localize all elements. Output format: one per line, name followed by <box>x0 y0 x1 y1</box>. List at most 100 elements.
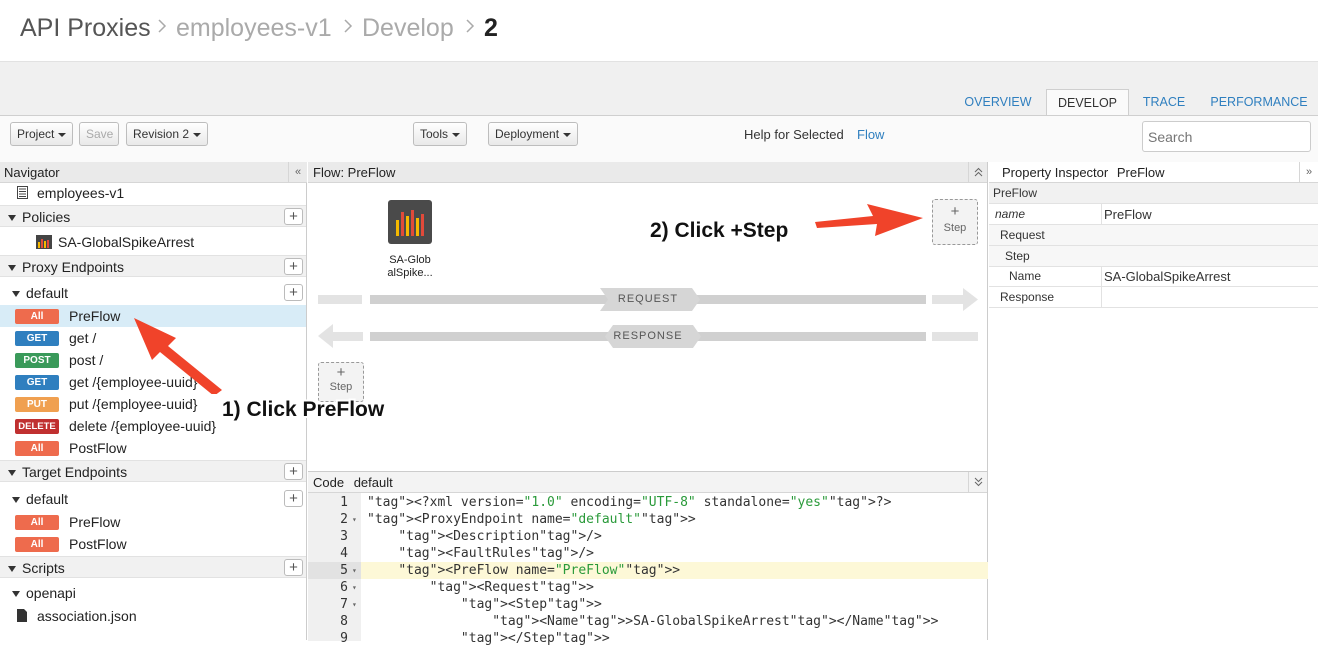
flow-title: Flow: PreFlow <box>313 165 396 180</box>
code-title: Code <box>313 475 345 490</box>
navigator-header: Navigator « <box>0 162 307 183</box>
code-line[interactable]: 1 "tag"><?xml version="1.0" encoding="UTF… <box>308 494 988 511</box>
add-target-flow-button[interactable]: + <box>284 490 303 507</box>
tab-trace[interactable]: TRACE <box>1136 89 1192 115</box>
project-label: Project <box>17 127 55 141</box>
code-line[interactable]: 8 "tag"><Name"tag">>SA-GlobalSpikeArrest… <box>308 613 988 630</box>
policy-step-icon[interactable] <box>388 200 432 244</box>
policy-item[interactable]: SA-GlobalSpikeArrest <box>0 231 306 253</box>
code-line[interactable]: 6 ▾ "tag"><Request"tag">> <box>308 579 988 596</box>
policies-label: Policies <box>22 209 71 225</box>
target-default-item[interactable]: default + <box>0 488 306 510</box>
flow-item-postflow[interactable]: All PostFlow <box>0 437 306 459</box>
code-line[interactable]: 3 "tag"><Description"tag">/> <box>308 528 988 545</box>
line-number: 3 <box>340 529 348 544</box>
code-text: "tag"><Description"tag">/> <box>398 529 602 544</box>
property-key: Request <box>1000 228 1045 242</box>
fold-toggle-icon[interactable]: ▾ <box>352 562 357 579</box>
help-flow-link[interactable]: Flow <box>857 127 884 142</box>
annotation-arrow-step <box>815 204 923 236</box>
property-value-input[interactable]: PreFlow <box>1101 204 1318 224</box>
collapse-navigator-button[interactable]: « <box>288 162 307 183</box>
target-default-label: default <box>26 491 69 507</box>
deployment-dropdown[interactable]: Deployment <box>488 122 579 146</box>
target-endpoints-section[interactable]: Target Endpoints + <box>0 460 306 482</box>
script-file-item[interactable]: association.json <box>0 605 306 627</box>
fold-toggle-icon[interactable]: ▾ <box>352 596 357 613</box>
revision-dropdown[interactable]: Revision 2 <box>126 122 209 146</box>
add-policy-button[interactable]: + <box>284 208 303 225</box>
policies-section[interactable]: Policies + <box>0 205 306 227</box>
code-line[interactable]: 2 ▾ "tag"><ProxyEndpoint name="default""ta… <box>308 511 988 528</box>
property-value-input[interactable] <box>1101 287 1318 307</box>
expand-triangle-icon <box>8 566 16 573</box>
code-text: "tag"><?xml version="1.0" encoding="UTF-… <box>367 495 892 510</box>
fold-toggle-icon[interactable]: ▾ <box>352 579 357 596</box>
expand-triangle-icon <box>8 215 16 222</box>
expand-triangle-icon <box>12 591 20 598</box>
tools-label: Tools <box>420 127 449 141</box>
tab-performance[interactable]: PERFORMANCE <box>1206 89 1312 115</box>
line-number: 8 <box>340 614 348 629</box>
breadcrumb-develop[interactable]: Develop <box>362 14 454 43</box>
code-line[interactable]: 4 "tag"><FaultRules"tag">/> <box>308 545 988 562</box>
target-flow-preflow[interactable]: All PreFlow <box>0 511 306 533</box>
search-input[interactable] <box>1142 121 1311 152</box>
add-request-step-button[interactable]: + Step <box>932 199 978 245</box>
add-script-button[interactable]: + <box>284 559 303 576</box>
inspector-row-name: name PreFlow <box>989 204 1318 225</box>
code-text: "tag"><Name"tag">>SA-GlobalSpikeArrest"t… <box>492 614 939 629</box>
code-text: "tag"><PreFlow name="PreFlow""tag">> <box>398 563 681 578</box>
proxy-endpoints-section[interactable]: Proxy Endpoints + <box>0 255 306 277</box>
caret-down-icon <box>193 132 202 137</box>
tab-overview[interactable]: OVERVIEW <box>958 89 1038 115</box>
inspector-row-step: Step <box>989 246 1318 267</box>
breadcrumb-revision: 2 <box>484 14 498 42</box>
caret-down-icon <box>563 132 572 137</box>
project-dropdown[interactable]: Project <box>10 122 74 146</box>
scripts-folder-item[interactable]: openapi <box>0 582 306 604</box>
code-line[interactable]: 9 "tag"></Step"tag">> <box>308 630 988 647</box>
add-response-step-button[interactable]: + Step <box>318 362 364 402</box>
breadcrumb-separator-icon <box>466 19 475 33</box>
add-flow-button[interactable]: + <box>284 284 303 301</box>
code-line[interactable]: 7 ▾ "tag"><Step"tag">> <box>308 596 988 613</box>
caret-down-icon <box>58 132 67 137</box>
request-label: REQUEST <box>617 293 679 305</box>
target-flow-postflow[interactable]: All PostFlow <box>0 533 306 555</box>
revision-label: Revision 2 <box>133 127 190 141</box>
code-line[interactable]: 5 ▾ "tag"><PreFlow name="PreFlow""tag">> <box>308 562 988 579</box>
save-button[interactable]: Save <box>79 122 119 146</box>
tools-dropdown[interactable]: Tools <box>413 122 468 146</box>
target-endpoints-label: Target Endpoints <box>22 464 128 480</box>
code-text: "tag"><FaultRules"tag">/> <box>398 546 594 561</box>
badge-post: POST <box>15 353 59 368</box>
property-key: Step <box>1005 249 1030 263</box>
proxy-root-item[interactable]: employees-v1 <box>0 182 306 204</box>
add-proxy-endpoint-button[interactable]: + <box>284 258 303 275</box>
code-text: "tag"><ProxyEndpoint name="default""tag"… <box>367 512 696 527</box>
policy-label: SA-GlobalSpikeArrest <box>58 234 195 250</box>
breadcrumb-api-proxies[interactable]: API Proxies <box>20 14 151 43</box>
fold-toggle-icon[interactable]: ▾ <box>352 511 357 528</box>
line-number: 5 <box>340 563 348 578</box>
annotation-arrow-preflow <box>134 318 222 394</box>
badge-all: All <box>15 537 59 552</box>
proxy-endpoints-label: Proxy Endpoints <box>22 259 124 275</box>
scripts-section[interactable]: Scripts + <box>0 556 306 578</box>
property-key: name <box>995 207 1026 221</box>
code-endpoint-name: default <box>353 475 393 490</box>
line-number: 1 <box>340 495 348 510</box>
proxy-default-item[interactable]: default + <box>0 282 306 304</box>
expand-inspector-button[interactable]: » <box>1299 162 1318 183</box>
tab-develop[interactable]: DEVELOP <box>1046 89 1129 116</box>
toolbar: Project Save Revision 2 Tools Deployment… <box>0 115 1318 162</box>
flow-label: post / <box>69 352 104 368</box>
collapse-code-button[interactable] <box>968 472 987 493</box>
add-target-endpoint-button[interactable]: + <box>284 463 303 480</box>
breadcrumb-proxy[interactable]: employees-v1 <box>176 14 332 43</box>
flow-label: get / <box>69 330 97 346</box>
caret-down-icon <box>452 132 461 137</box>
collapse-flow-button[interactable] <box>968 162 987 183</box>
property-value-input[interactable]: SA-GlobalSpikeArrest <box>1101 266 1318 286</box>
